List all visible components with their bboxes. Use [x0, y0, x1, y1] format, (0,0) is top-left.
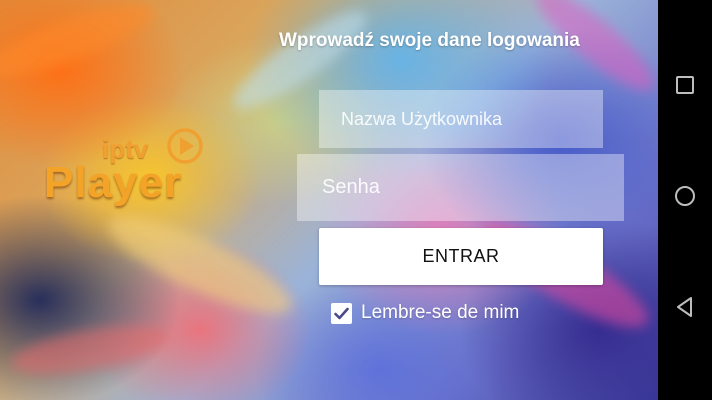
- password-input[interactable]: [297, 154, 624, 221]
- background-streak: [98, 200, 302, 330]
- checkmark-icon: [334, 307, 349, 319]
- login-screen: Wprowadź swoje dane logowania iptv Playe…: [0, 0, 658, 400]
- app-logo: iptv Player: [44, 125, 224, 215]
- login-button[interactable]: ENTRAR: [319, 228, 603, 285]
- username-input[interactable]: [319, 90, 603, 148]
- logo-player-text: Player: [44, 158, 183, 207]
- screen: Wprowadź swoje dane logowania iptv Playe…: [0, 0, 712, 400]
- back-button[interactable]: [658, 280, 712, 334]
- remember-me-checkbox[interactable]: [331, 302, 352, 324]
- system-navigation-bar: [658, 0, 712, 400]
- background-streak: [7, 316, 173, 384]
- login-title: Wprowadź swoje dane logowania: [279, 30, 580, 51]
- back-triangle-icon: [677, 297, 692, 317]
- recents-square-icon: [676, 76, 694, 94]
- home-button[interactable]: [658, 169, 712, 223]
- remember-me-label: Lembre-se de mim: [361, 302, 520, 323]
- background-streak: [0, 0, 162, 90]
- remember-me-toggle[interactable]: Lembre-se de mim: [331, 302, 519, 324]
- home-circle-icon: [675, 186, 695, 206]
- recents-button[interactable]: [658, 58, 712, 112]
